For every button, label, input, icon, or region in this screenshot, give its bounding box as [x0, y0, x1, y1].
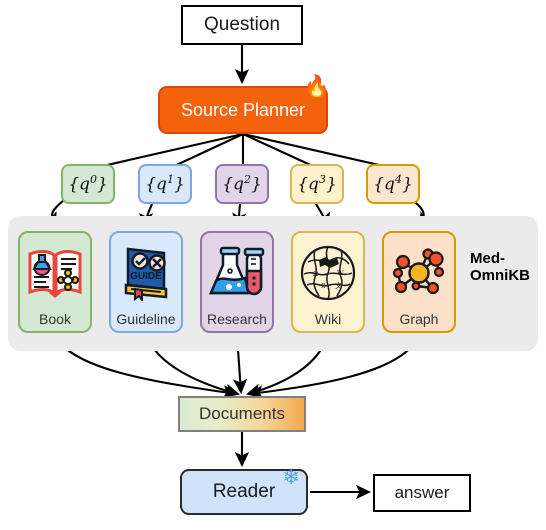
source-box-graph: Graph: [382, 231, 456, 333]
svg-text:Я: Я: [321, 282, 326, 290]
svg-text:W: W: [337, 269, 344, 277]
source-label-guideline: Guideline: [116, 311, 176, 327]
diagram-canvas: Question Source Planner 🔥 {q0} {q1} {q2}…: [0, 0, 546, 530]
flask-icon: [202, 239, 272, 307]
svg-text:Ω: Ω: [313, 270, 318, 278]
guide-book-icon: GUIDE: [111, 239, 181, 307]
query-chip-q1: {q1}: [138, 164, 192, 204]
query-chip-q3: {q3}: [290, 164, 344, 204]
query-label: {q1}: [145, 173, 185, 195]
svg-text:文: 文: [335, 281, 342, 290]
reader-label: Reader: [212, 481, 276, 502]
fire-icon: 🔥: [303, 75, 330, 98]
edge-planner-q4: [242, 132, 393, 170]
knowledge-graph-icon: [384, 239, 454, 307]
source-box-wiki: Ω W Я 文 Wiki: [291, 231, 365, 333]
query-chip-q0: {q0}: [61, 164, 115, 204]
query-label: {q2}: [222, 173, 262, 195]
edge-planner-q0: [93, 132, 244, 170]
med-omnikb-label: Med- OmniKB: [470, 250, 530, 285]
source-box-research: Research: [200, 231, 274, 333]
query-chip-q4: {q4}: [366, 164, 420, 204]
source-planner-label: Source Planner: [180, 99, 306, 120]
query-label: {q0}: [68, 173, 108, 195]
documents-label: Documents: [199, 404, 285, 423]
answer-node: answer: [373, 474, 471, 512]
query-label: {q3}: [297, 173, 337, 195]
edge-planner-q1: [169, 133, 244, 169]
source-label-research: Research: [207, 311, 267, 327]
query-chip-q2: {q2}: [215, 164, 269, 204]
source-label-graph: Graph: [399, 311, 439, 327]
question-label: Question: [203, 14, 281, 35]
snowflake-icon: ❄: [282, 466, 300, 489]
query-label: {q4}: [373, 173, 413, 195]
edge-planner-q3: [242, 133, 318, 169]
svg-text:GUIDE: GUIDE: [130, 271, 162, 282]
source-box-book: Book: [18, 231, 92, 333]
source-label-book: Book: [39, 311, 71, 327]
source-label-wiki: Wiki: [314, 311, 342, 327]
documents-node: Documents: [178, 396, 306, 432]
wikipedia-globe-icon: Ω W Я 文: [293, 239, 363, 307]
answer-label: answer: [394, 483, 450, 502]
question-node: Question: [181, 5, 303, 45]
reader-node: Reader ❄: [180, 466, 308, 515]
open-book-icon: [20, 239, 90, 307]
source-planner-node: Source Planner 🔥: [158, 76, 330, 134]
source-box-guideline: GUIDE Guideline: [109, 231, 183, 333]
